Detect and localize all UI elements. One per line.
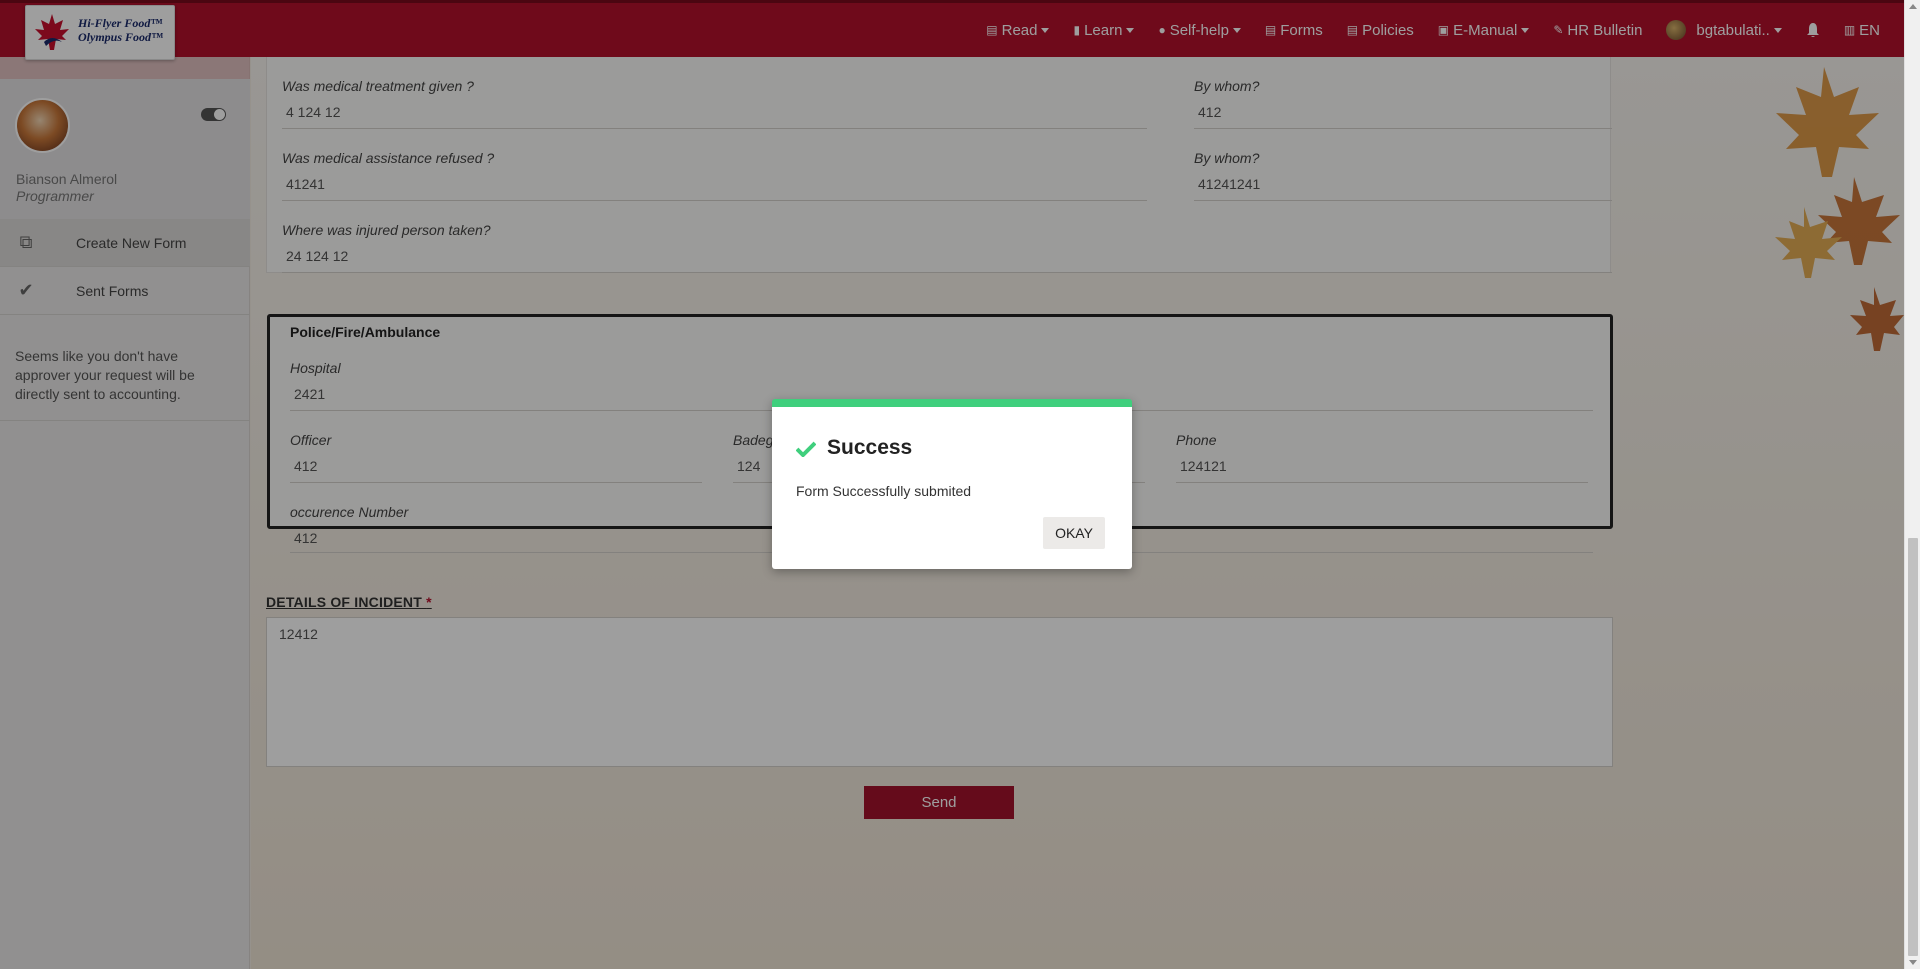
scroll-thumb[interactable] <box>1908 538 1918 956</box>
success-dialog: Success Form Successfully submited OKAY <box>772 399 1132 569</box>
scroll-up-arrow-icon[interactable] <box>1909 4 1917 9</box>
dialog-title: Success <box>827 436 913 459</box>
dialog-message: Form Successfully submited <box>796 483 972 499</box>
scroll-down-arrow-icon[interactable] <box>1909 960 1917 965</box>
check-icon <box>796 441 816 457</box>
page-scrollbar[interactable] <box>1904 0 1920 969</box>
okay-button[interactable]: OKAY <box>1043 517 1105 549</box>
